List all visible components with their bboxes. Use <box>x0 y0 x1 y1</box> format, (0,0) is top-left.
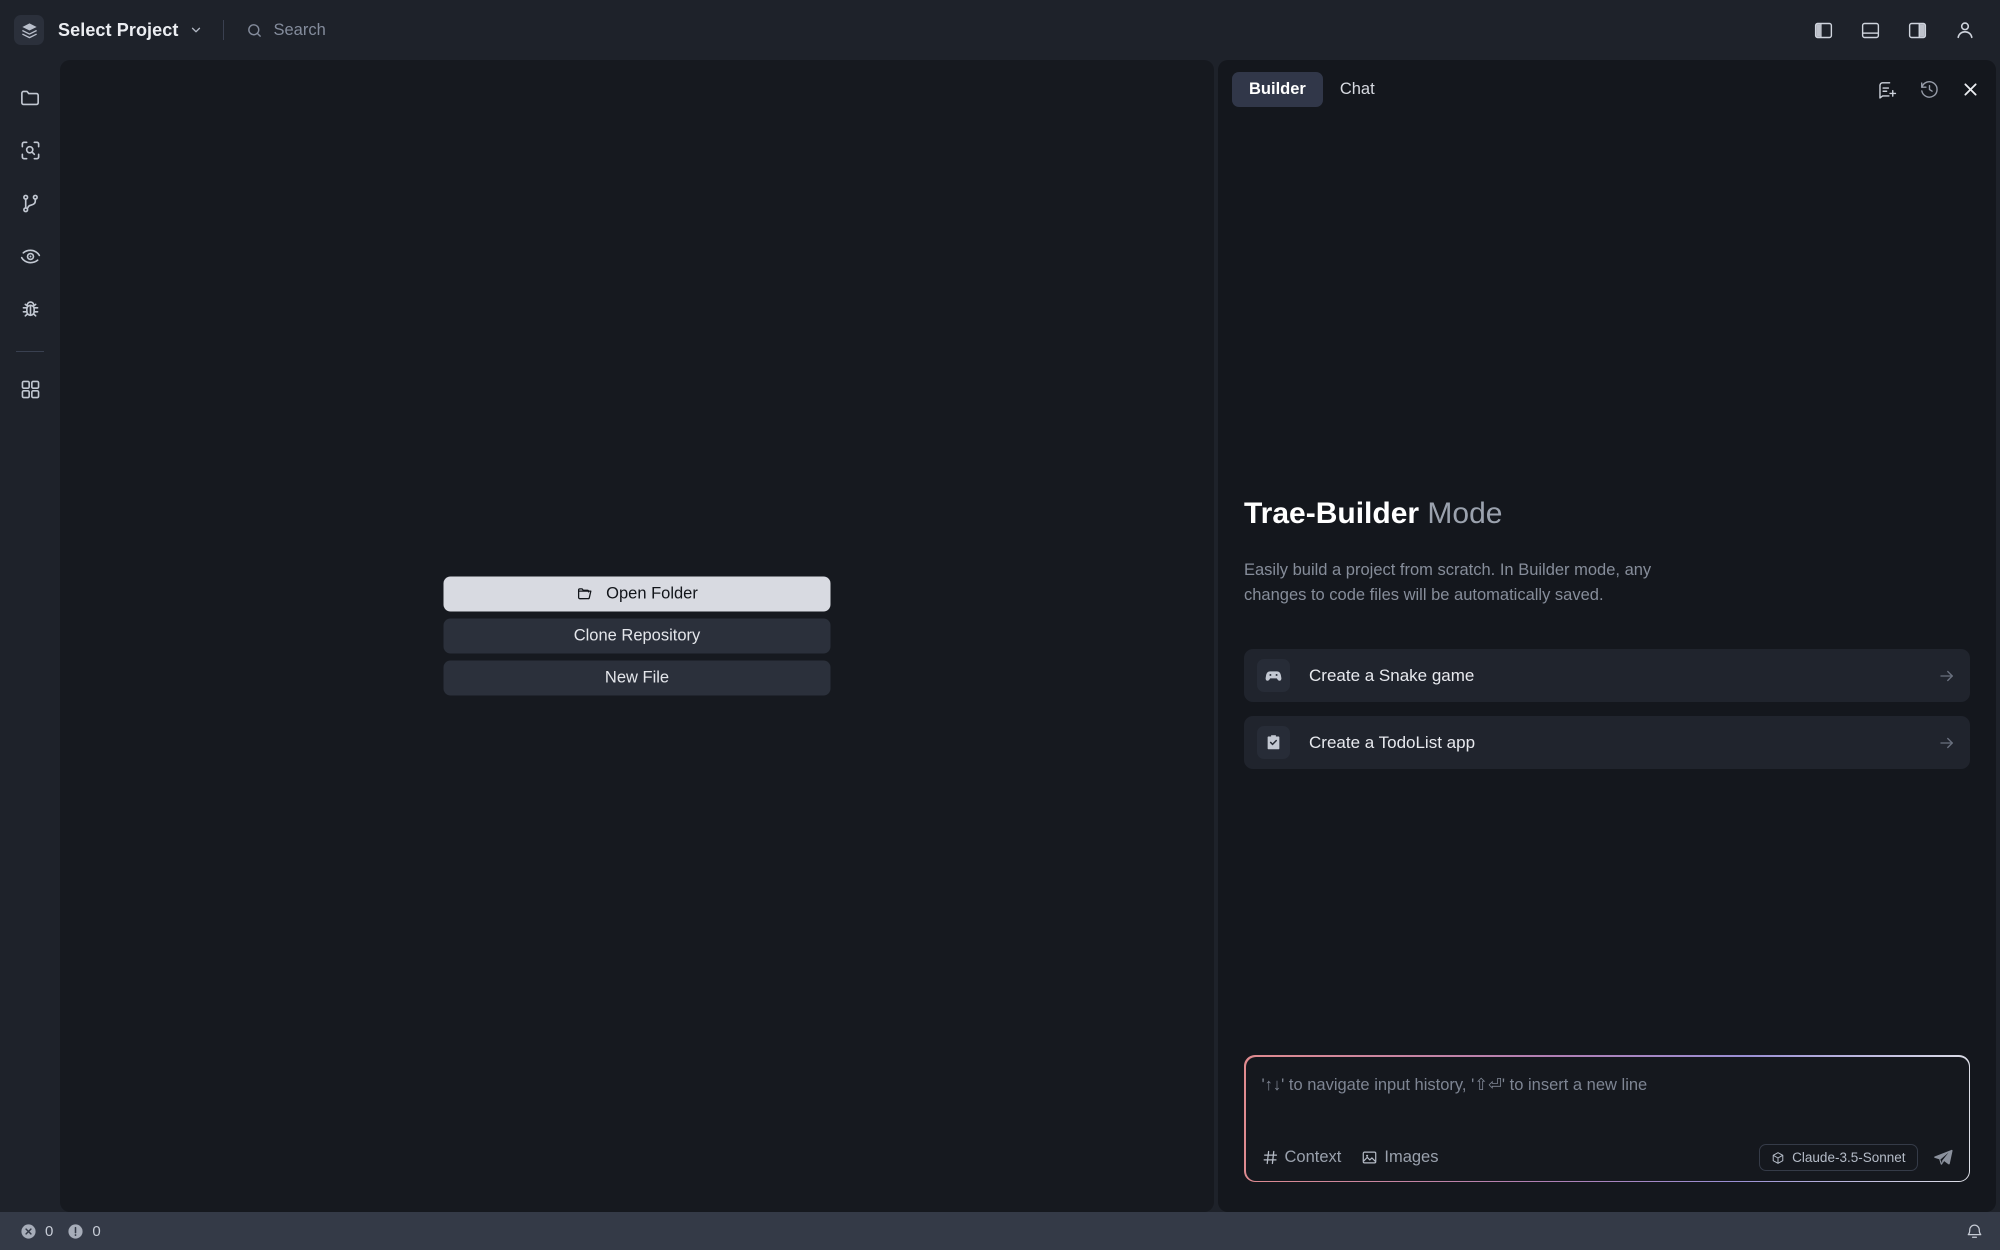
composer-wrapper: '↑↓' to navigate input history, '⇧⏎' to … <box>1218 1055 1996 1212</box>
open-folder-label: Open Folder <box>606 585 698 604</box>
suggestion-label: Create a TodoList app <box>1309 733 1475 753</box>
builder-mode-title: Trae-Builder Mode <box>1244 496 1970 532</box>
tab-chat[interactable]: Chat <box>1323 72 1392 107</box>
close-icon[interactable] <box>1961 80 1980 99</box>
suggestion-label: Create a Snake game <box>1309 666 1474 686</box>
app-logo[interactable] <box>14 15 44 45</box>
tab-builder-label: Builder <box>1249 80 1306 99</box>
search-input[interactable]: Search <box>246 21 325 40</box>
chat-composer: '↑↓' to navigate input history, '⇧⏎' to … <box>1244 1055 1970 1182</box>
checklist-clipboard-icon <box>1257 726 1290 759</box>
suggestion-card-snake-game[interactable]: Create a Snake game <box>1244 649 1970 702</box>
builder-mode-description: Easily build a project from scratch. In … <box>1244 558 1704 609</box>
folder-explorer-icon <box>19 86 42 109</box>
warning-count: 0 <box>92 1223 100 1240</box>
title-bar: Select Project Search <box>0 0 2000 60</box>
activity-bar <box>0 60 60 1212</box>
sidebar-item-search[interactable] <box>7 127 53 173</box>
model-selector[interactable]: Claude-3.5-Sonnet <box>1759 1144 1917 1171</box>
toggle-bottom-panel-icon[interactable] <box>1860 20 1881 41</box>
ai-header-actions <box>1877 79 1980 100</box>
project-selector-label[interactable]: Select Project <box>58 20 178 41</box>
builder-title-light: Mode <box>1427 497 1502 530</box>
eye-preview-icon <box>19 245 42 268</box>
cube-model-icon <box>1771 1151 1785 1165</box>
grid-extensions-icon <box>19 378 42 401</box>
gamepad-icon <box>1257 659 1290 692</box>
composer-fill <box>1262 1095 1954 1141</box>
folder-open-icon <box>576 586 593 603</box>
composer-toolbar: Context Images <box>1262 1141 1954 1181</box>
arrow-right-icon <box>1938 734 1956 752</box>
status-bar: 0 0 <box>0 1212 2000 1250</box>
chat-composer-inner[interactable]: '↑↓' to navigate input history, '⇧⏎' to … <box>1246 1057 1969 1181</box>
activity-bar-divider <box>16 351 44 352</box>
images-button[interactable]: Images <box>1361 1148 1438 1167</box>
hash-icon <box>1262 1149 1279 1166</box>
chevron-down-icon[interactable] <box>189 23 203 37</box>
bell-icon <box>1965 1222 1984 1241</box>
open-folder-button[interactable]: Open Folder <box>444 577 831 612</box>
titlebar-divider <box>223 20 224 40</box>
send-button[interactable] <box>1932 1147 1954 1169</box>
ai-body-bottom-space <box>1244 783 1970 1055</box>
search-placeholder: Search <box>273 21 325 40</box>
warning-circle-icon <box>67 1223 84 1240</box>
editor-area: Open Folder Clone Repository New File <box>60 60 1214 1212</box>
ai-panel-header: Builder Chat <box>1218 60 1996 118</box>
chat-input[interactable]: '↑↓' to navigate input history, '⇧⏎' to … <box>1262 1075 1954 1095</box>
builder-title-bold: Trae-Builder <box>1244 497 1419 530</box>
layers-stack-icon <box>20 21 39 40</box>
sidebar-item-debug[interactable] <box>7 286 53 332</box>
search-scope-icon <box>19 139 42 162</box>
welcome-actions: Open Folder Clone Repository New File <box>444 577 831 696</box>
builder-intro: Trae-Builder Mode Easily build a project… <box>1244 496 1970 649</box>
arrow-right-icon <box>1938 667 1956 685</box>
window-layout-controls <box>1813 19 1982 41</box>
bug-debug-icon <box>19 298 42 321</box>
error-circle-icon <box>20 1223 37 1240</box>
notifications-button[interactable] <box>1965 1222 1984 1241</box>
error-count: 0 <box>45 1223 53 1240</box>
clone-repository-label: Clone Repository <box>574 627 701 646</box>
context-label: Context <box>1285 1148 1342 1167</box>
context-button[interactable]: Context <box>1262 1148 1342 1167</box>
history-clock-icon[interactable] <box>1919 79 1940 100</box>
send-plane-icon <box>1932 1147 1954 1169</box>
new-file-button[interactable]: New File <box>444 661 831 696</box>
toggle-right-panel-icon[interactable] <box>1907 20 1928 41</box>
status-warnings[interactable]: 0 <box>67 1223 100 1240</box>
sidebar-item-extensions[interactable] <box>7 366 53 412</box>
sidebar-item-explorer[interactable] <box>7 74 53 120</box>
images-label: Images <box>1384 1148 1438 1167</box>
search-icon <box>246 22 263 39</box>
trae-ide-window: Select Project Search <box>0 0 2000 1250</box>
toggle-left-panel-icon[interactable] <box>1813 20 1834 41</box>
ai-panel-body: Trae-Builder Mode Easily build a project… <box>1218 118 1996 1055</box>
clone-repository-button[interactable]: Clone Repository <box>444 619 831 654</box>
sidebar-item-source-control[interactable] <box>7 180 53 226</box>
user-account-icon[interactable] <box>1954 19 1976 41</box>
ai-assistant-panel: Builder Chat <box>1218 60 1996 1212</box>
suggestion-card-todolist-app[interactable]: Create a TodoList app <box>1244 716 1970 769</box>
main-body: Open Folder Clone Repository New File Bu… <box>0 60 2000 1212</box>
model-name-label: Claude-3.5-Sonnet <box>1792 1150 1905 1165</box>
new-file-label: New File <box>605 669 669 688</box>
new-chat-icon[interactable] <box>1877 79 1898 100</box>
sidebar-item-preview[interactable] <box>7 233 53 279</box>
tab-chat-label: Chat <box>1340 80 1375 99</box>
tab-builder[interactable]: Builder <box>1232 72 1323 107</box>
status-errors[interactable]: 0 <box>20 1223 53 1240</box>
git-branch-icon <box>19 192 42 215</box>
image-icon <box>1361 1149 1378 1166</box>
